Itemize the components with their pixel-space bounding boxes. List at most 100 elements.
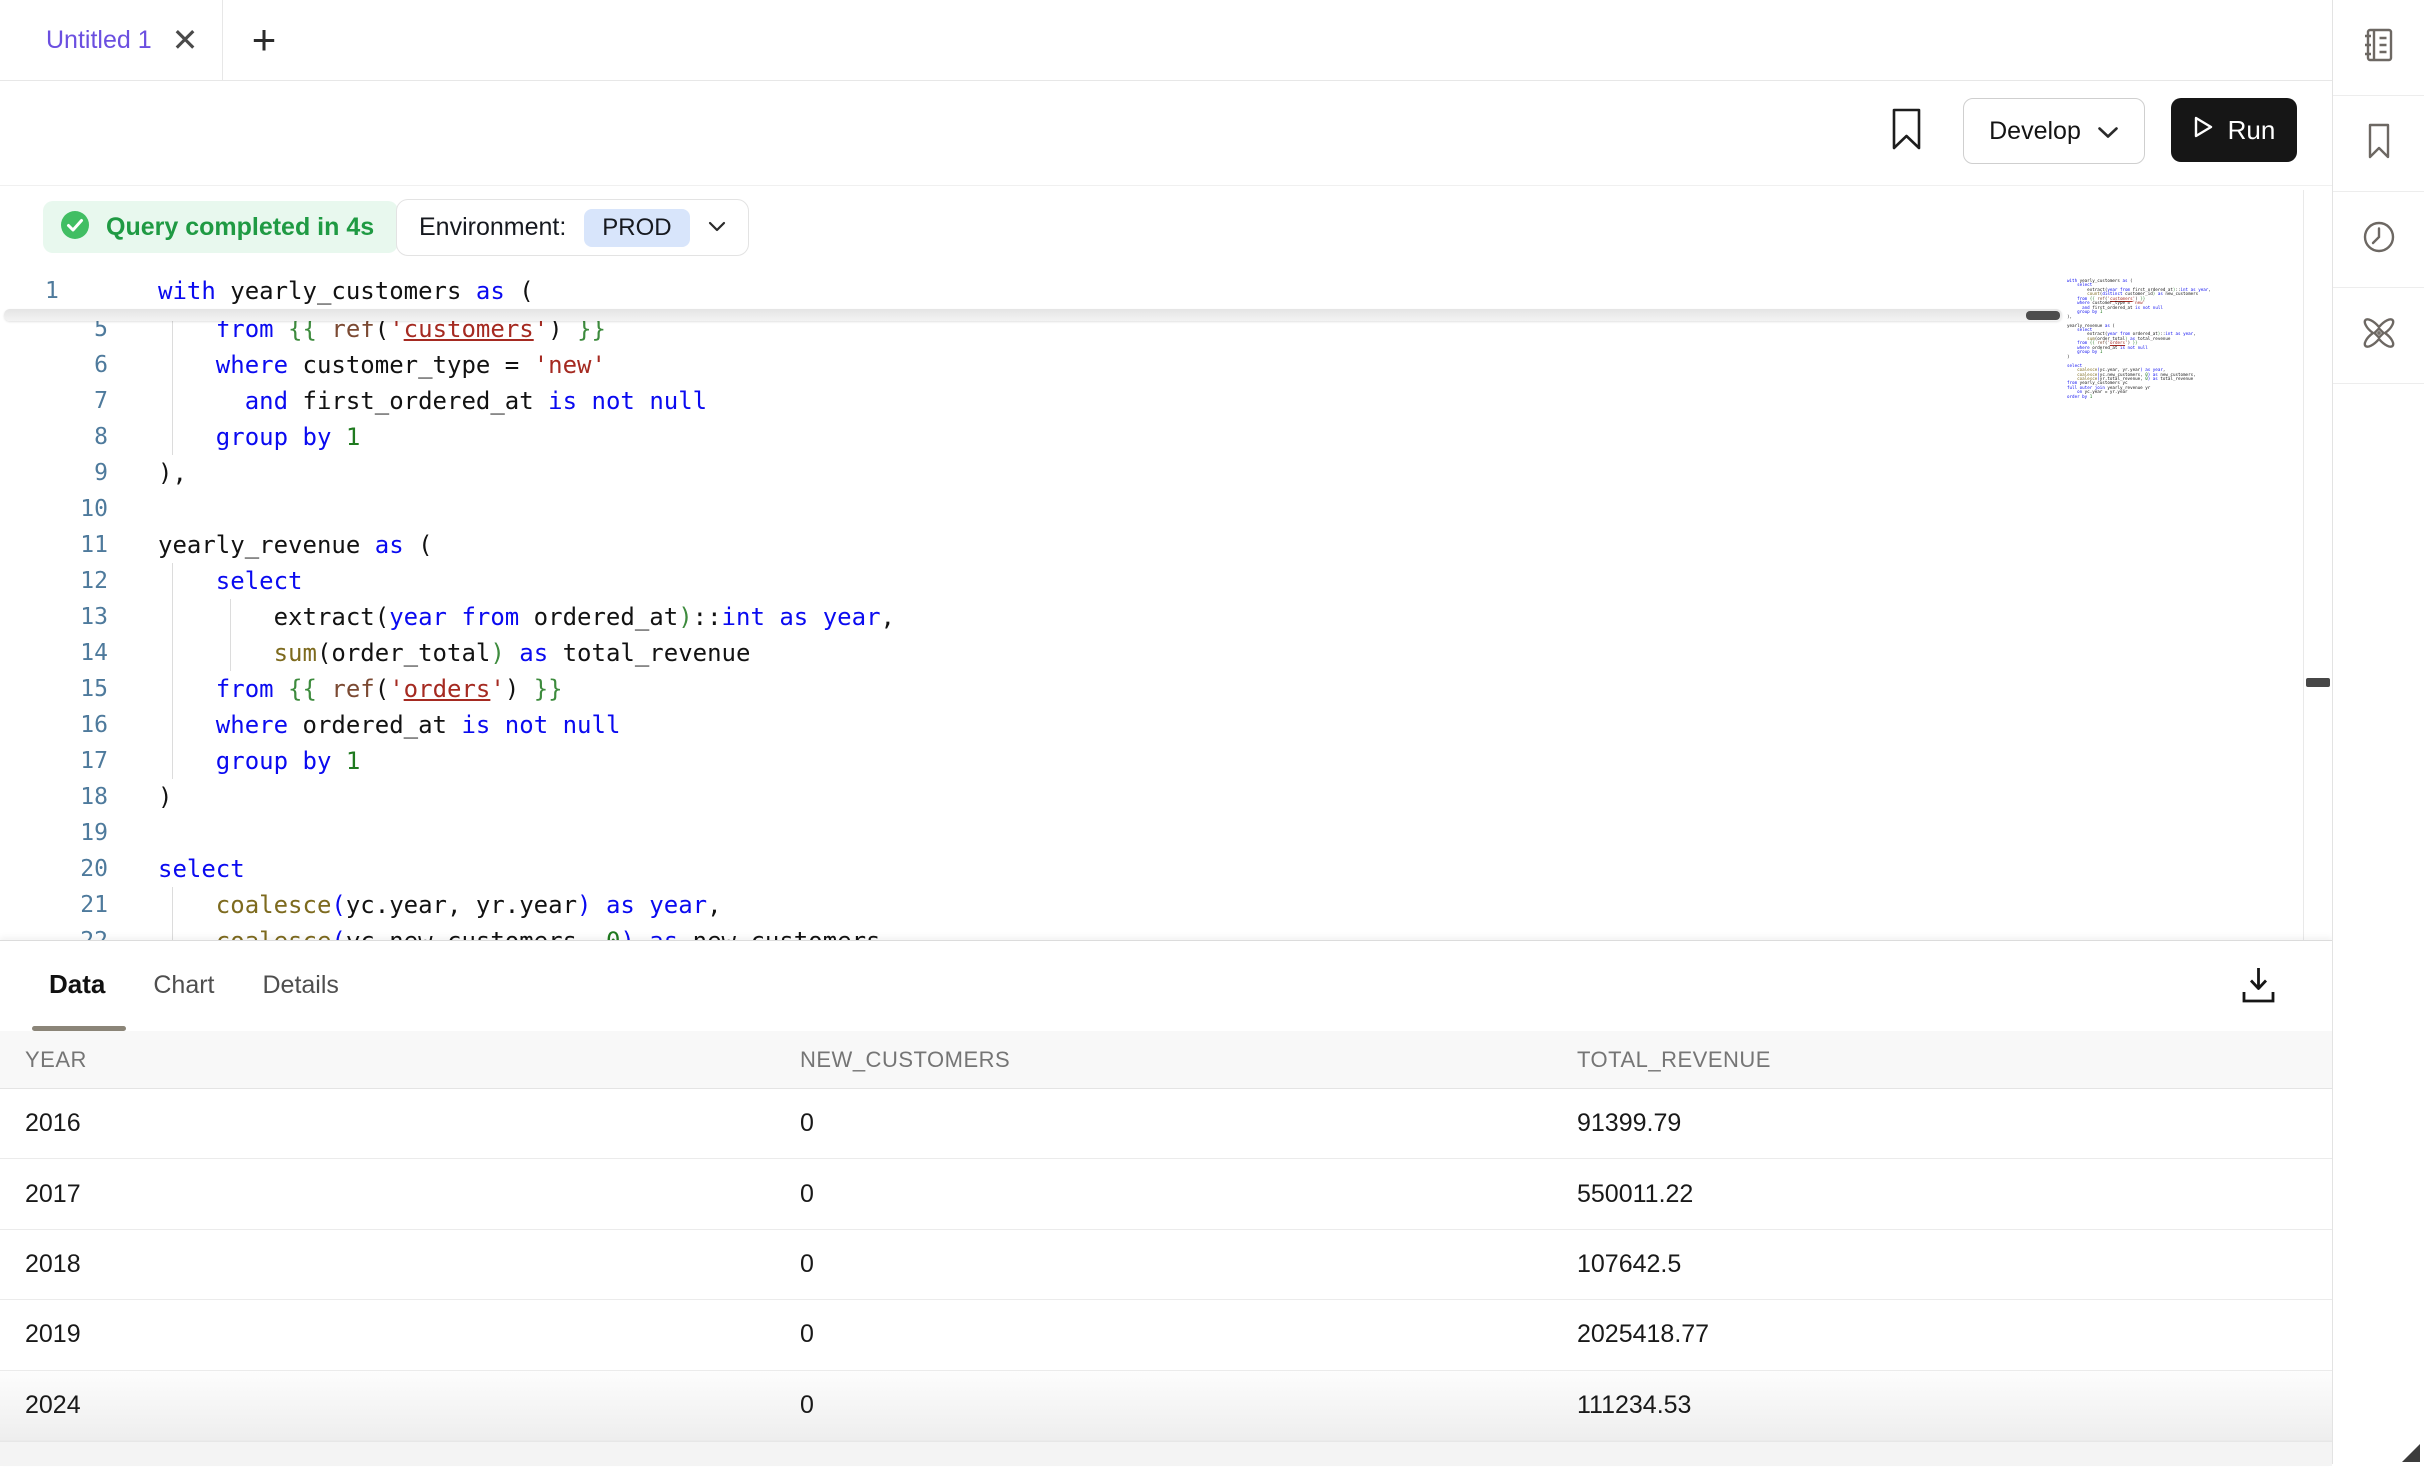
floating-scrollbar-thumb[interactable] [2026,311,2060,320]
code-text: sum(order_total) as total_revenue [158,635,750,671]
line-number: 11 [0,527,108,563]
code-text: with yearly_customers as ( [158,273,534,309]
right-sidebar [2332,0,2424,1464]
table-cell: 111234.53 [1577,1391,2332,1420]
bookmark-button[interactable] [1888,99,1924,163]
column-header: YEAR [25,1047,800,1073]
query-status-text: Query completed in 4s [106,213,374,242]
bookmark-icon [1891,107,1922,156]
column-header: TOTAL_REVENUE [1577,1047,2332,1073]
code-line: 9), [0,455,2303,491]
table-row: 20240111234.53 [0,1371,2332,1441]
table-row: 20180107642.5 [0,1230,2332,1300]
run-button[interactable]: Run [2171,98,2297,162]
code-line: 15 from {{ ref('orders') }} [0,671,2303,707]
table-row: 201902025418.77 [0,1300,2332,1370]
sidebar-item-bookmarks[interactable] [2333,96,2424,192]
code-line: 6 where customer_type = 'new' [0,347,2303,383]
line-number: 6 [0,347,108,383]
run-label: Run [2228,115,2276,146]
query-status-badge: Query completed in 4s [43,201,398,253]
code-text: from {{ ref('orders') }} [158,671,563,707]
toolbar: Develop Run [0,81,2332,186]
code-line: 12 select [0,563,2303,599]
develop-button[interactable]: Develop [1963,98,2145,164]
code-line: 7 and first_ordered_at is not null [0,383,2303,419]
column-header: NEW_CUSTOMERS [800,1047,1577,1073]
editor-right-border [2303,190,2304,940]
environment-selector[interactable]: Environment: PROD [396,199,749,256]
line-number: 10 [0,491,108,527]
code-text: ) [158,779,172,815]
results-tab-data[interactable]: Data [49,969,105,1000]
line-number: 21 [0,887,108,923]
table-cell: 0 [800,1391,1577,1420]
code-text: where ordered_at is not null [158,707,620,743]
code-text: group by 1 [158,743,360,779]
tab-label: Untitled 1 [46,26,152,55]
sidebar-item-lineage[interactable] [2333,288,2424,384]
results-tab-chart[interactable]: Chart [153,971,214,1000]
results-panel: Data Chart Details YEARNEW_CUSTOMERSTOTAL_… [0,940,2332,1465]
download-button[interactable] [2232,959,2284,1015]
vertical-scrollbar-thumb[interactable] [2306,678,2330,687]
code-line: 19 [0,815,2303,851]
table-cell: 2016 [25,1109,800,1138]
code-text: and first_ordered_at is not null [158,383,707,419]
code-text: where customer_type = 'new' [158,347,606,383]
develop-label: Develop [1989,117,2081,146]
tab-bar: Untitled 1 ✕ + [0,0,2332,81]
check-circle-icon [59,209,91,246]
table-cell: 2025418.77 [1577,1320,2332,1349]
tab-untitled-1[interactable]: Untitled 1 ✕ [0,0,224,80]
table-body: 2016091399.7920170550011.2220180107642.5… [0,1089,2332,1441]
line-number: 1 [0,273,153,309]
play-icon [2193,115,2214,146]
lineage-compass-icon [2359,313,2399,358]
code-line: 8 group by 1 [0,419,2303,455]
table-header-row: YEARNEW_CUSTOMERSTOTAL_REVENUE [0,1031,2332,1089]
code-text: coalesce(yc.new_customers, 0) as new_cus… [158,923,895,940]
line-number: 12 [0,563,108,599]
line-number: 14 [0,635,108,671]
notebook-icon [2360,26,2398,69]
sidebar-item-notebook[interactable] [2333,0,2424,96]
new-tab-button[interactable]: + [230,0,298,80]
code-line: 14 sum(order_total) as total_revenue [0,635,2303,671]
code-text: coalesce(yc.year, yr.year) as year, [158,887,722,923]
table-cell: 0 [800,1180,1577,1209]
code-line: 18) [0,779,2303,815]
code-text: select [158,851,245,887]
bookmark-icon [2362,122,2396,165]
table-cell: 91399.79 [1577,1109,2332,1138]
code-text: ), [158,455,187,491]
table-cell: 550011.22 [1577,1180,2332,1209]
table-cell: 2017 [25,1180,800,1209]
results-scrollbar-track[interactable] [0,1441,2332,1466]
code-line: 22 coalesce(yc.new_customers, 0) as new_… [0,923,2303,940]
code-text: select [158,563,303,599]
tab-divider [222,0,223,80]
table-cell: 0 [800,1320,1577,1349]
line-number: 16 [0,707,108,743]
code-line: 20select [0,851,2303,887]
line-number: 18 [0,779,108,815]
results-tab-details[interactable]: Details [263,971,339,1000]
code-editor[interactable]: 1with yearly_customers as (5 from {{ ref… [0,265,2303,940]
floating-scrollbar-track[interactable] [4,309,2062,321]
table-cell: 107642.5 [1577,1250,2332,1279]
code-line: 21 coalesce(yc.year, yr.year) as year, [0,887,2303,923]
table-cell: 0 [800,1109,1577,1138]
line-number: 17 [0,743,108,779]
line-number: 19 [0,815,108,851]
sidebar-item-history[interactable] [2333,192,2424,288]
table-cell: 2018 [25,1250,800,1279]
environment-value-chip: PROD [584,209,689,247]
code-text: yearly_revenue as ( [158,527,433,563]
code-text: extract(year from ordered_at)::int as ye… [158,599,895,635]
close-icon[interactable]: ✕ [172,24,199,56]
table-row: 2016091399.79 [0,1089,2332,1159]
code-line: 16 where ordered_at is not null [0,707,2303,743]
download-icon [2240,965,2277,1010]
line-number: 13 [0,599,108,635]
